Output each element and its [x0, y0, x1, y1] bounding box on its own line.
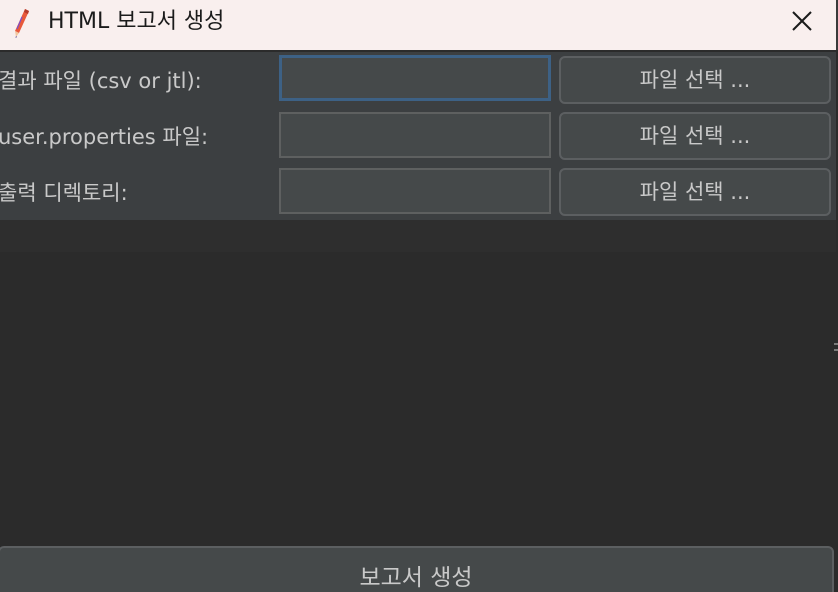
pencil-icon: [10, 7, 34, 39]
edge-divider: [834, 343, 838, 345]
user-properties-input[interactable]: [279, 112, 551, 158]
title-bar: HTML 보고서 생성: [0, 0, 838, 50]
html-report-dialog: HTML 보고서 생성 결과 파일 (csv or jtl): 파일 선택 ..…: [0, 0, 838, 592]
result-file-label: 결과 파일 (csv or jtl):: [0, 69, 202, 93]
result-file-select-button[interactable]: 파일 선택 ...: [559, 56, 831, 104]
edge-divider: [834, 349, 838, 351]
window-title: HTML 보고서 생성: [48, 9, 225, 34]
result-file-input[interactable]: [279, 55, 551, 101]
form-spacer: [0, 220, 836, 252]
user-properties-select-button[interactable]: 파일 선택 ...: [559, 112, 831, 160]
output-directory-label: 출력 디렉토리:: [0, 181, 128, 205]
generate-report-button[interactable]: 보고서 생성: [0, 546, 834, 592]
close-icon: [791, 10, 813, 36]
user-properties-label: user.properties 파일:: [0, 125, 209, 149]
output-directory-input[interactable]: [279, 168, 551, 214]
close-button[interactable]: [772, 0, 832, 46]
output-directory-select-button[interactable]: 파일 선택 ...: [559, 168, 831, 216]
